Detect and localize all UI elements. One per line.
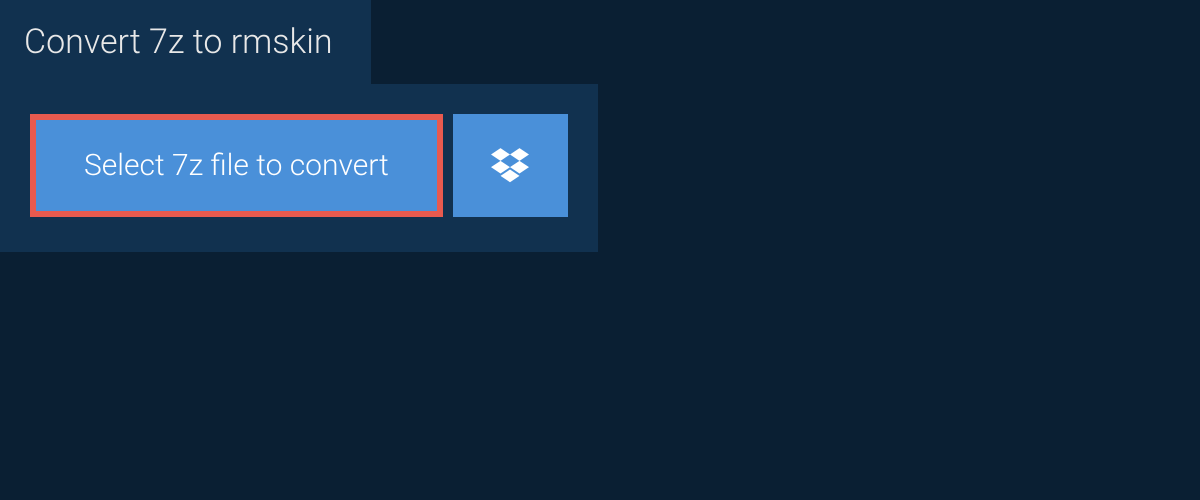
select-file-label: Select 7z file to convert [84,148,389,183]
dropbox-icon [491,145,529,187]
tab-title: Convert 7z to rmskin [24,22,333,62]
tab-bar: Convert 7z to rmskin [0,0,1200,84]
tab-convert[interactable]: Convert 7z to rmskin [0,0,371,84]
upload-panel: Select 7z file to convert [0,84,598,252]
select-file-button[interactable]: Select 7z file to convert [30,114,443,217]
dropbox-upload-button[interactable] [453,114,568,217]
